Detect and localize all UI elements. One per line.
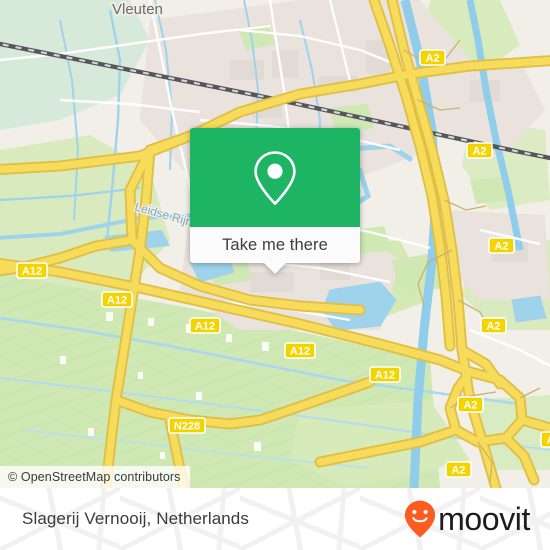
road-shield-label: A12 — [22, 266, 42, 278]
map-label-vleuten: Vleuten — [112, 1, 163, 18]
road-shield-label: A2 — [472, 146, 486, 158]
road-shield-a12: A12 — [189, 317, 221, 334]
road-shield-label: A12 — [195, 321, 215, 333]
take-me-there-button[interactable]: Take me there — [190, 227, 360, 274]
road-shield-a12: A12 — [16, 262, 48, 279]
road-shield-a2: A2 — [466, 142, 493, 159]
footer-bar: Slagerij Vernooij, Netherlands moovit — [0, 488, 550, 550]
destination-callout-card[interactable]: Take me there — [190, 128, 360, 274]
road-shield-label: A2 — [546, 435, 550, 447]
screenshot-root: Vleuten Leidse Rijn A2A2A2A2A2A2A2A12A12… — [0, 0, 550, 550]
road-shield-a12: A12 — [284, 342, 316, 359]
road-shield-a2: A2 — [488, 237, 515, 254]
road-shield-label: A2 — [425, 53, 439, 65]
map-pin-icon — [254, 150, 296, 205]
osm-attribution-text: © OpenStreetMap contributors — [8, 470, 181, 484]
road-shield-a12: A12 — [369, 366, 401, 383]
road-shield-a2: A2 — [540, 431, 550, 448]
osm-attribution: © OpenStreetMap contributors — [0, 466, 190, 488]
callout-pointer-tail — [264, 263, 286, 274]
road-shield-a2: A2 — [480, 317, 507, 334]
road-shield-a2: A2 — [457, 396, 484, 413]
road-shield-label: A12 — [107, 295, 127, 307]
road-shield-label: A2 — [494, 241, 508, 253]
road-shield-label: A2 — [486, 321, 500, 333]
take-me-there-label: Take me there — [222, 235, 328, 254]
road-shield-label: A12 — [290, 346, 310, 358]
road-shield-label: A12 — [375, 370, 395, 382]
moovit-logo[interactable]: moovit — [403, 499, 530, 539]
moovit-wordmark: moovit — [438, 501, 530, 537]
road-shield-n228: N228 — [168, 417, 206, 434]
callout-icon-area — [190, 128, 360, 227]
road-shield-a12: A12 — [101, 291, 133, 308]
road-shield-a2: A2 — [445, 461, 472, 478]
place-name-label: Slagerij Vernooij, Netherlands — [22, 509, 249, 528]
road-shield-a2: A2 — [419, 49, 446, 66]
road-shield-label: N228 — [174, 421, 200, 433]
moovit-pin-smiley-icon — [405, 500, 436, 538]
road-shield-label: A2 — [463, 400, 477, 412]
road-shield-label: A2 — [451, 465, 465, 477]
